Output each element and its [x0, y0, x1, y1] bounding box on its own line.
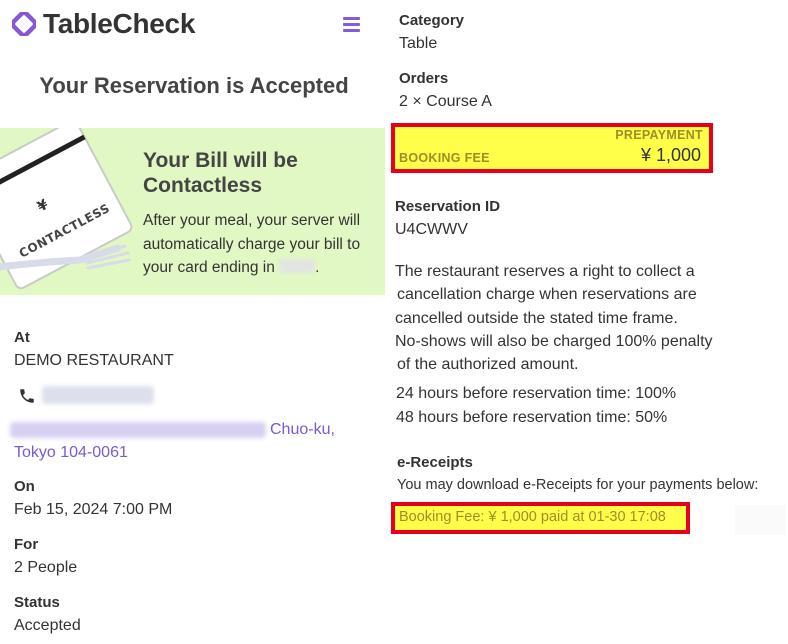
masked-street-address — [10, 422, 266, 438]
cancellation-policy: The restaurant reserves a right to colle… — [395, 260, 735, 376]
restaurant-name: DEMO RESTAURANT — [14, 352, 174, 369]
address-link-city[interactable]: Tokyo 104-0061 — [14, 444, 128, 462]
booking-fee-amount: ¥ 1,000 — [640, 145, 701, 165]
booking-fee-label: BOOKING FEE — [399, 151, 490, 165]
contactless-card-illustration: ¥ CONTACTLESS — [0, 128, 133, 290]
party-size: 2 People — [14, 559, 78, 576]
category-value: Table — [399, 35, 438, 52]
banner-text: After your meal, your server will automa… — [143, 212, 361, 276]
address-link-ward[interactable]: Chuo-ku, — [270, 421, 335, 439]
e-receipts-intro: You may download e-Receipts for your pay… — [397, 477, 759, 493]
status-label: Status — [14, 594, 60, 611]
on-label: On — [14, 478, 35, 495]
booking-fee-receipt-link[interactable]: Booking Fee: ¥ 1,000 paid at 01-30 17:08 — [399, 509, 666, 525]
tablecheck-logo-icon — [12, 12, 36, 36]
masked-phone-number — [42, 386, 154, 404]
tablecheck-logo[interactable]: TableCheck — [12, 8, 195, 40]
prepayment-highlight: PREPAYMENT BOOKING FEE ¥ 1,000 — [391, 123, 713, 173]
masked-card-digits — [279, 259, 316, 273]
banner-title: Your Bill will be Contactless — [143, 149, 298, 197]
policy-line: cancellation charge when reservations ar… — [397, 286, 697, 304]
policy-line: of the authorized amount. — [397, 356, 579, 374]
reservation-datetime: Feb 15, 2024 7:00 PM — [14, 501, 173, 518]
receipt-highlight: Booking Fee: ¥ 1,000 paid at 01-30 17:08 — [391, 502, 690, 534]
brand-name: TableCheck — [43, 8, 196, 39]
status-value: Accepted — [14, 617, 81, 634]
reservation-id: U4CWWV — [395, 221, 468, 238]
policy-line: cancelled outside the stated time frame. — [395, 309, 678, 327]
policy-line: No-shows will also be charged 100% penal… — [395, 332, 713, 350]
reservation-id-label: Reservation ID — [395, 198, 501, 215]
orders-label: Orders — [399, 70, 449, 87]
for-label: For — [14, 536, 39, 553]
prepayment-label: PREPAYMENT — [615, 128, 703, 142]
phone-icon — [20, 389, 34, 403]
policy-line: The restaurant reserves a right to colle… — [395, 263, 695, 280]
background-fade — [735, 505, 785, 535]
hamburger-menu-icon[interactable] — [343, 17, 360, 33]
e-receipts-label: e-Receipts — [397, 454, 473, 471]
orders-value: 2 × Course A — [399, 93, 492, 110]
cancellation-rule-24h: 24 hours before reservation time: 100% — [396, 385, 677, 402]
at-label: At — [14, 329, 30, 346]
page-title: Your Reservation is Accepted — [39, 73, 349, 98]
category-label: Category — [399, 12, 465, 29]
cancellation-rule-48h: 48 hours before reservation time: 50% — [396, 409, 668, 426]
